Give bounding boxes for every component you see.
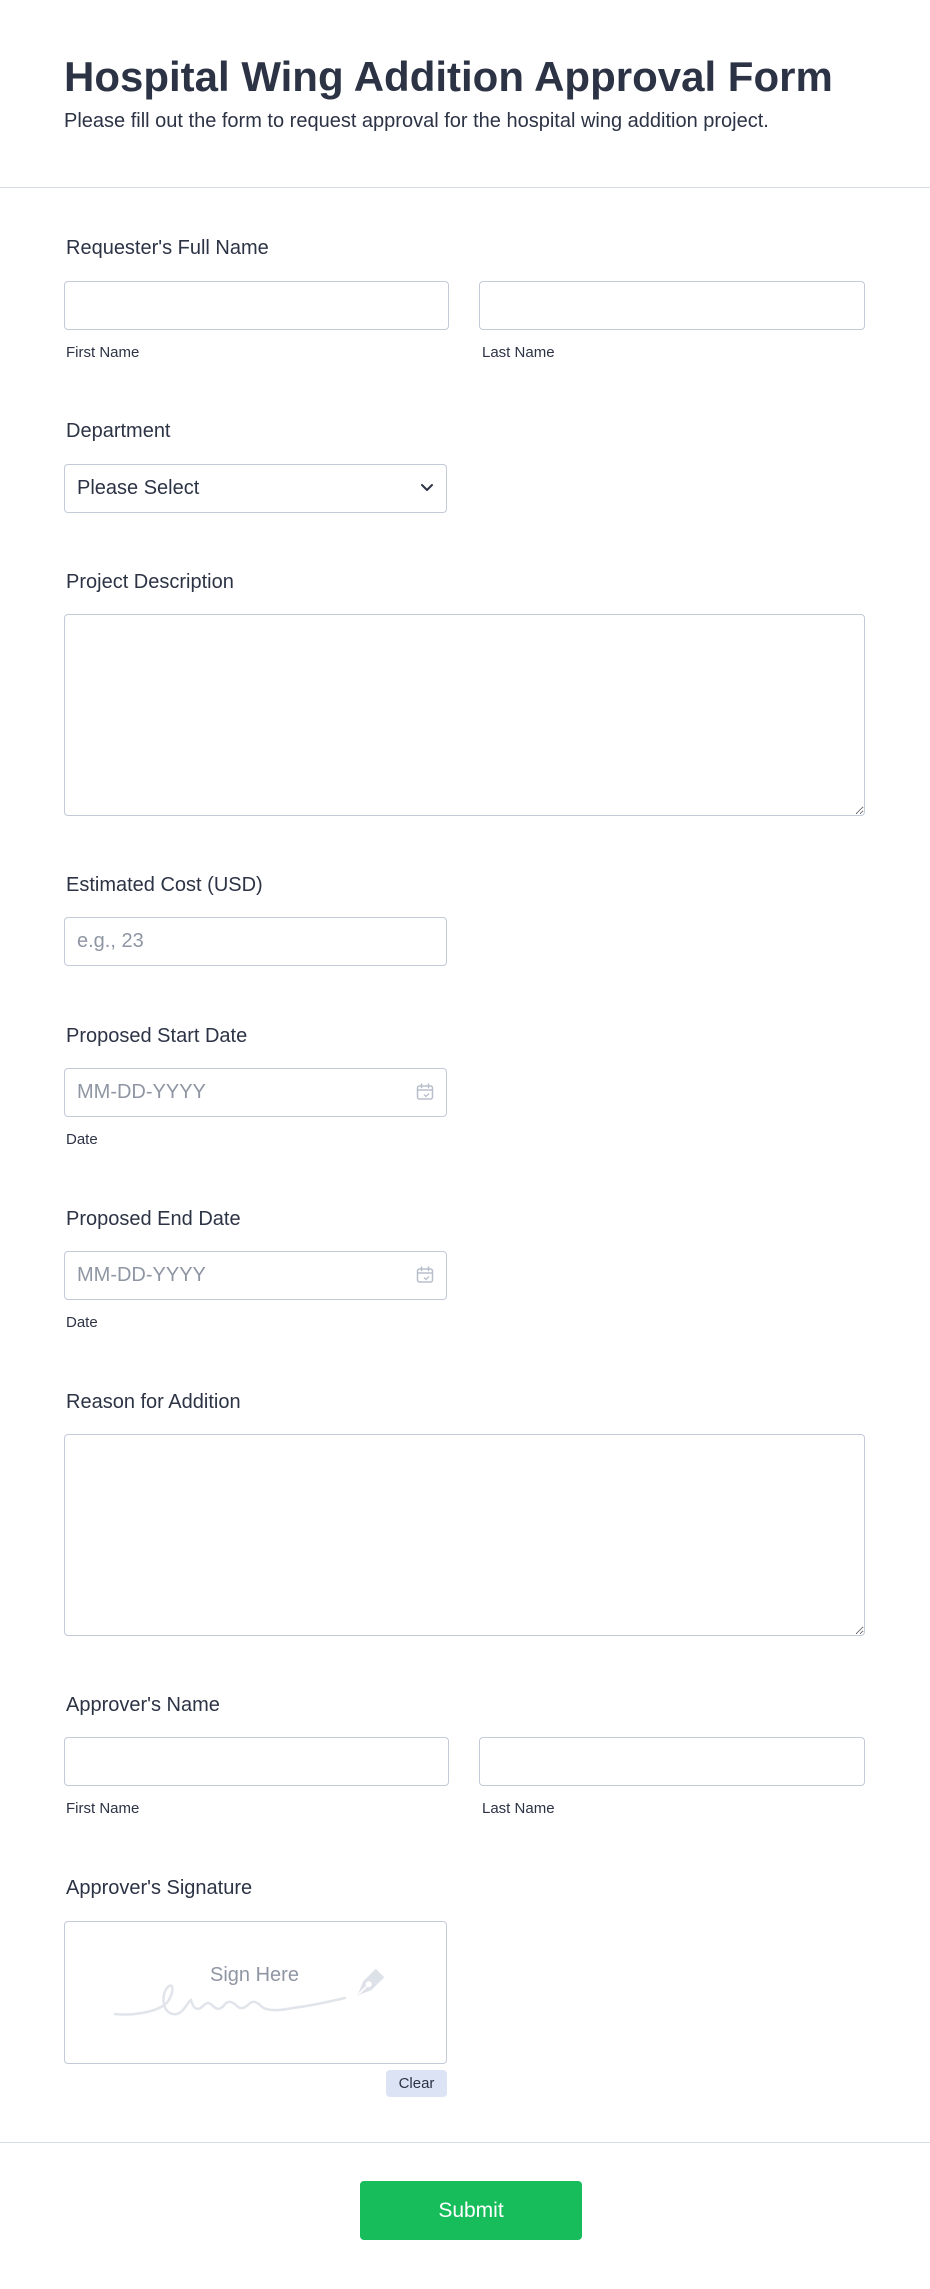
- signature-pad[interactable]: Sign Here: [64, 1921, 447, 2064]
- form-header: Hospital Wing Addition Approval Form Ple…: [0, 0, 930, 188]
- department-select[interactable]: Please Select: [64, 464, 447, 513]
- end-date-sublabel: Date: [66, 1314, 98, 1331]
- project-description-label: Project Description: [66, 571, 234, 593]
- approver-last-name-input[interactable]: [479, 1737, 865, 1786]
- footer-divider: [0, 2142, 930, 2143]
- department-label: Department: [66, 420, 171, 442]
- clear-signature-button[interactable]: Clear: [386, 2070, 447, 2097]
- requester-first-name-input[interactable]: [64, 281, 449, 330]
- requester-last-name-input[interactable]: [479, 281, 865, 330]
- reason-textarea[interactable]: [64, 1434, 865, 1636]
- pen-nib-icon: [357, 1968, 385, 1996]
- estimated-cost-input[interactable]: [64, 917, 447, 966]
- end-date-input[interactable]: [64, 1251, 447, 1300]
- start-date-field: [64, 1068, 447, 1117]
- estimated-cost-label: Estimated Cost (USD): [66, 874, 263, 896]
- calendar-icon[interactable]: [415, 1265, 435, 1285]
- requester-first-name-sublabel: First Name: [66, 344, 140, 361]
- project-description-textarea[interactable]: [64, 614, 865, 816]
- requester-name-label: Requester's Full Name: [66, 237, 269, 259]
- end-date-label: Proposed End Date: [66, 1208, 241, 1230]
- approver-name-label: Approver's Name: [66, 1694, 220, 1716]
- reason-label: Reason for Addition: [66, 1391, 241, 1413]
- requester-last-name-sublabel: Last Name: [482, 344, 555, 361]
- signature-label: Approver's Signature: [66, 1877, 253, 1899]
- start-date-label: Proposed Start Date: [66, 1025, 248, 1047]
- approver-last-name-sublabel: Last Name: [482, 1800, 555, 1817]
- calendar-icon[interactable]: [415, 1082, 435, 1102]
- department-selected-value: Please Select: [77, 477, 200, 499]
- chevron-down-icon: [421, 484, 433, 491]
- submit-button[interactable]: Submit: [360, 2181, 582, 2240]
- approver-first-name-sublabel: First Name: [66, 1800, 140, 1817]
- start-date-input[interactable]: [64, 1068, 447, 1117]
- end-date-field: [64, 1251, 447, 1300]
- form-subtitle: Please fill out the form to request appr…: [64, 110, 769, 132]
- form-title: Hospital Wing Addition Approval Form: [64, 53, 833, 100]
- approver-first-name-input[interactable]: [64, 1737, 449, 1786]
- start-date-sublabel: Date: [66, 1131, 98, 1148]
